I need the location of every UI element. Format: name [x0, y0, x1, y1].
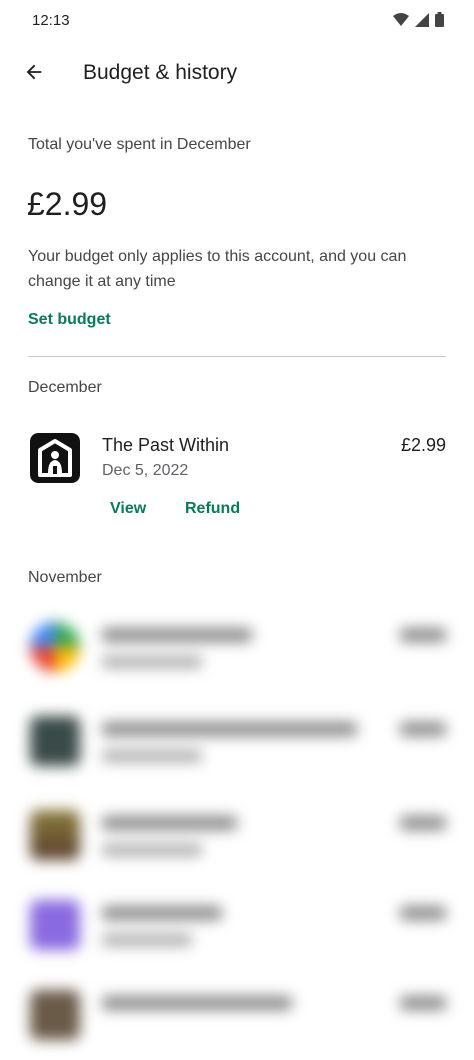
app-icon — [30, 622, 80, 672]
transaction-row[interactable]: The Past Within Dec 5, 2022 £2.99 — [0, 433, 474, 503]
blurred-transaction-row[interactable] — [0, 622, 474, 692]
app-icon — [30, 433, 80, 483]
divider — [28, 356, 446, 357]
blurred-transaction-row[interactable] — [0, 900, 474, 970]
page-title: Budget & history — [83, 61, 238, 84]
section-label-november: November — [28, 569, 102, 586]
the-past-within-app-icon — [30, 433, 80, 483]
refund-button[interactable]: Refund — [185, 500, 240, 518]
blurred-transaction-row[interactable] — [0, 990, 474, 1060]
status-icons — [393, 12, 444, 27]
back-button[interactable] — [16, 54, 52, 90]
wifi-icon — [393, 12, 409, 26]
app-icon — [30, 990, 80, 1040]
set-budget-button[interactable]: Set budget — [28, 311, 111, 329]
status-time: 12:13 — [32, 12, 70, 29]
app-icon — [30, 716, 80, 766]
blurred-transaction-row[interactable] — [0, 716, 474, 786]
app-icon — [30, 810, 80, 860]
spent-label: Total you've spent in December — [28, 136, 251, 153]
transaction-price: £2.99 — [400, 435, 446, 455]
section-label-december: December — [28, 379, 102, 396]
battery-icon — [435, 12, 444, 27]
blurred-transaction-row[interactable] — [0, 810, 474, 880]
status-bar: 12:13 — [0, 0, 474, 44]
arrow-back-icon — [26, 64, 42, 80]
budget-description: Your budget only applies to this account… — [28, 248, 407, 290]
signal-icon — [415, 12, 429, 27]
app-icon — [30, 900, 80, 950]
view-button[interactable]: View — [110, 500, 146, 518]
transaction-date: Dec 5, 2022 — [102, 462, 189, 479]
app-bar: Budget & history — [0, 48, 474, 104]
transaction-name: The Past Within — [102, 435, 230, 455]
spent-amount: £2.99 — [27, 186, 108, 222]
